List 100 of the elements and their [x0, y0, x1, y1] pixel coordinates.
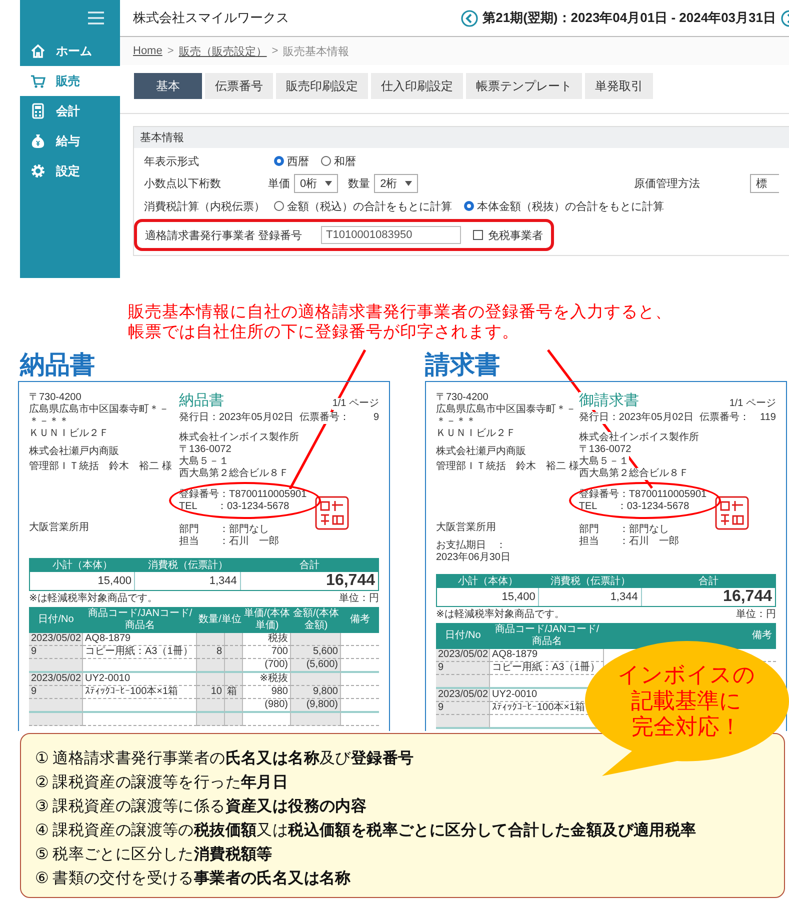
panel-title: 基本情報 [134, 127, 789, 148]
radio-label[interactable]: 和暦 [334, 154, 356, 168]
table-cell: コピー用紙：A3（1冊） [83, 646, 197, 659]
table-cell-text: 16,744 [722, 588, 773, 606]
breadcrumb-link[interactable]: 販売（販売設定） [178, 44, 267, 58]
breadcrumb-link[interactable]: Home [133, 45, 162, 57]
table-cell: 700 [243, 646, 291, 659]
table-header-cell: 数量/単位 [197, 607, 243, 633]
requirement-item: ④ 課税資産の譲渡等の税抜価額又は税込価額を税率ごとに区分して合計した金額及び適用税率 [35, 820, 698, 841]
unit-label: 単位：円 [736, 609, 776, 621]
table-header-cell: 金額/(本体金額) [291, 607, 341, 633]
table-header-cell: 小計（本体） [437, 575, 540, 588]
company-name: 株式会社スマイルワークス [133, 9, 289, 27]
tab[interactable]: 基本 [134, 73, 202, 99]
table-cell: (9,800) [291, 699, 341, 713]
document-heading: 請求書 [425, 351, 500, 379]
breadcrumb-separator: > [272, 45, 278, 57]
table-header-cell: 商品コード/JANコード/商品名 [490, 623, 604, 649]
field-label: 年表示形式 [144, 154, 200, 168]
office-label: 大阪営業所用 [29, 522, 89, 534]
table-cell: 15,400 [30, 572, 136, 590]
requirement-item: ⑤ 税率ごとに区分した消費税額等 [35, 844, 274, 865]
dropdown[interactable]: 2桁 [374, 174, 418, 193]
table-cell: AQ8-1879 [83, 633, 197, 646]
table-cell: 10 [197, 686, 225, 699]
radio-label[interactable]: 金額（税込）の合計をもとに計算 [287, 198, 452, 214]
requirement-item: ③ 課税資産の譲渡等に係る資産又は役務の内容 [35, 796, 368, 817]
fiscal-period: 第21期(翌期)：2023年04月01日 - 2024年03月31日 [482, 9, 776, 27]
checkbox-label[interactable]: 免税事業者 [488, 228, 543, 242]
table-cell-text: 16,744 [325, 572, 376, 590]
table-header-cell: 日付/No [436, 623, 490, 649]
table-cell: ｽﾃｨｯｸｺｰﾋｰ100本×1箱 [83, 686, 197, 699]
document-heading: 納品書 [20, 351, 95, 379]
table-cell: 1,344 [135, 572, 241, 590]
requirement-item: ① 適格請求書発行事業者の氏名又は名称及び登録番号 [35, 748, 415, 769]
table-cell: 980 [243, 686, 291, 699]
dropdown[interactable]: 0桁 [294, 174, 338, 193]
field-label: 原価管理方法 [634, 176, 700, 191]
sidebar-item[interactable]: 給与 [20, 126, 120, 156]
tab[interactable]: 帳票テンプレート [466, 73, 582, 99]
registration-number-field[interactable]: T1010001083950 [321, 226, 461, 244]
tab[interactable]: 仕入印刷設定 [371, 73, 463, 99]
office-label: 大阪営業所用 [436, 522, 496, 534]
table-cell: 8 [197, 646, 225, 659]
breadcrumb-current: 販売基本情報 [283, 44, 350, 58]
table-cell: 5,600 [291, 646, 341, 659]
table-cell: (700) [243, 659, 291, 673]
bubble-text: インボイスの 記載基準に 完全対応！ [618, 662, 756, 740]
callout-text: 販売基本情報に自社の適格請求書発行事業者の登録番号を入力すると、 帳票では自社住所の下に登録番号が印字されます。 [128, 302, 673, 342]
table-cell: (5,600) [291, 659, 341, 673]
issue-date: 発行日：2023年05月02日 [179, 412, 294, 424]
sidebar-item[interactable]: 販売 [20, 66, 120, 96]
field-label: 小数点以下桁数 [144, 176, 222, 191]
table-header-cell: 日付/No [29, 607, 83, 633]
table-cell: 2023/05/02 [436, 689, 490, 702]
table-cell: コピー用紙：A3（1冊） [490, 662, 604, 675]
table-cell: 1,344 [539, 588, 642, 606]
field-label: 消費税計算（内税伝票） [144, 200, 266, 214]
requirement-item: ② 課税資産の譲渡等を行った年月日 [35, 773, 290, 793]
page-number: 1/1 ページ [332, 398, 379, 410]
tab[interactable]: 伝票番号 [205, 73, 273, 99]
sidebar-item[interactable]: 設定 [20, 156, 120, 186]
sidebar-item[interactable]: ホーム [20, 36, 120, 66]
table-cell: 2023/05/02 [29, 673, 83, 686]
table-header-cell: 合計 [642, 575, 775, 588]
unit-label: 単位：円 [339, 593, 379, 605]
table-cell: AQ8-1879 [490, 649, 604, 662]
table-cell: 9 [436, 662, 490, 675]
table-cell: UY2-0010 [83, 673, 197, 686]
table-header-cell: 合計 [240, 559, 378, 572]
sidebar-item[interactable]: 会計 [20, 96, 120, 126]
tab[interactable]: 単発取引 [585, 73, 653, 99]
dropdown[interactable]: 標 [750, 174, 779, 193]
field-label: 数量 [348, 177, 370, 191]
table-header-cell: 小計（本体） [30, 559, 136, 572]
table-header-cell: 単価/(本体単価) [243, 607, 291, 633]
table-header-cell: 消費税（伝票計） [135, 559, 241, 572]
table-cell: 9 [29, 686, 83, 699]
table-cell: (980) [243, 699, 291, 713]
table-header-cell: 備考 [341, 607, 379, 633]
issue-date: 発行日：2023年05月02日 [578, 412, 694, 424]
table-cell: ※税抜 [243, 673, 291, 686]
table-cell: 9 [436, 702, 490, 715]
table-cell: 9,800 [291, 686, 341, 699]
document-title: 納品書 [179, 392, 224, 410]
page-number: 1/1 ページ [729, 398, 776, 410]
field-label: 適格請求書発行事業者 登録番号 [145, 228, 304, 242]
table-header-cell: 消費税（伝票計） [539, 575, 642, 588]
radio-label[interactable]: 西暦 [287, 154, 309, 168]
table-cell: 2023/05/02 [29, 633, 83, 646]
tab[interactable]: 販売印刷設定 [276, 73, 368, 99]
field-label: 単価 [268, 177, 290, 191]
table-cell: 15,400 [437, 588, 540, 606]
table-cell: 税抜 [243, 633, 291, 646]
table-cell: 2023/05/02 [436, 649, 490, 662]
table-header-cell: 備考 [748, 623, 776, 649]
radio-label[interactable]: 本体金額（税抜）の合計をもとに計算 [477, 198, 664, 214]
requirement-item: ⑥ 書類の交付を受ける事業者の氏名又は名称 [35, 868, 352, 889]
table-header-cell: 商品コード/JANコード/商品名 [83, 607, 197, 633]
document-title: 御請求書 [578, 392, 639, 410]
